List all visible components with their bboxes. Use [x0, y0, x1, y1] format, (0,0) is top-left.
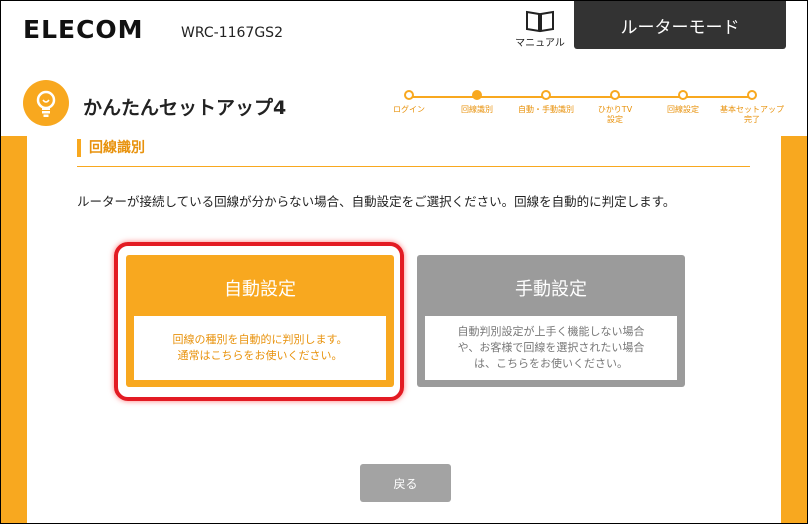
- progress-step-dot: [747, 90, 757, 100]
- left-accent-band: [1, 136, 27, 523]
- elecom-logo: ELECOM: [23, 15, 144, 44]
- setup-title: かんたんセットアップ4: [83, 97, 287, 119]
- manual-setup-title: 手動設定: [515, 279, 587, 300]
- progress-step-label: 回線設定: [667, 105, 699, 114]
- model-name: WRC-1167GS2: [181, 25, 283, 41]
- back-button[interactable]: 戻る: [360, 464, 451, 502]
- progress-step-label: ひかりTV 設定: [597, 105, 633, 124]
- router-setup-page: ELECOM WRC-1167GS2 マニュアル ルーターモード かんたんセット…: [0, 0, 808, 524]
- section-heading: 回線識別: [77, 139, 145, 157]
- manual-label: マニュアル: [515, 38, 565, 49]
- router-mode-tab[interactable]: ルーターモード: [574, 1, 786, 49]
- progress-step-label: 基本セットアップ 完了: [720, 105, 784, 124]
- progress-step-dot: [404, 90, 414, 100]
- lightbulb-icon: [23, 80, 69, 126]
- progress-step-dot: [678, 90, 688, 100]
- progress-step-label: ログイン: [393, 105, 425, 114]
- selection-highlight: [114, 242, 404, 401]
- section-divider: [77, 166, 750, 167]
- manual-link[interactable]: マニュアル: [513, 9, 567, 49]
- book-icon: [526, 10, 554, 33]
- manual-setup-button[interactable]: 手動設定 自動判別設定が上手く機能しない場合 や、お客様で回線を選択されたい場合…: [417, 255, 685, 387]
- progress-step-label: 自動・手動識別: [518, 105, 574, 114]
- instruction-text: ルーターが接続している回線が分からない場合、自動設定をご選択ください。回線を自動…: [77, 194, 676, 209]
- progress-step-dot: [472, 90, 482, 100]
- right-accent-band: [781, 136, 807, 523]
- manual-setup-description: 自動判別設定が上手く機能しない場合 や、お客様で回線を選択されたい場合 は、こち…: [425, 316, 677, 380]
- progress-step-dot: [610, 90, 620, 100]
- progress-step-label: 回線識別: [461, 105, 493, 114]
- progress-line: [409, 96, 754, 98]
- progress-step-dot: [541, 90, 551, 100]
